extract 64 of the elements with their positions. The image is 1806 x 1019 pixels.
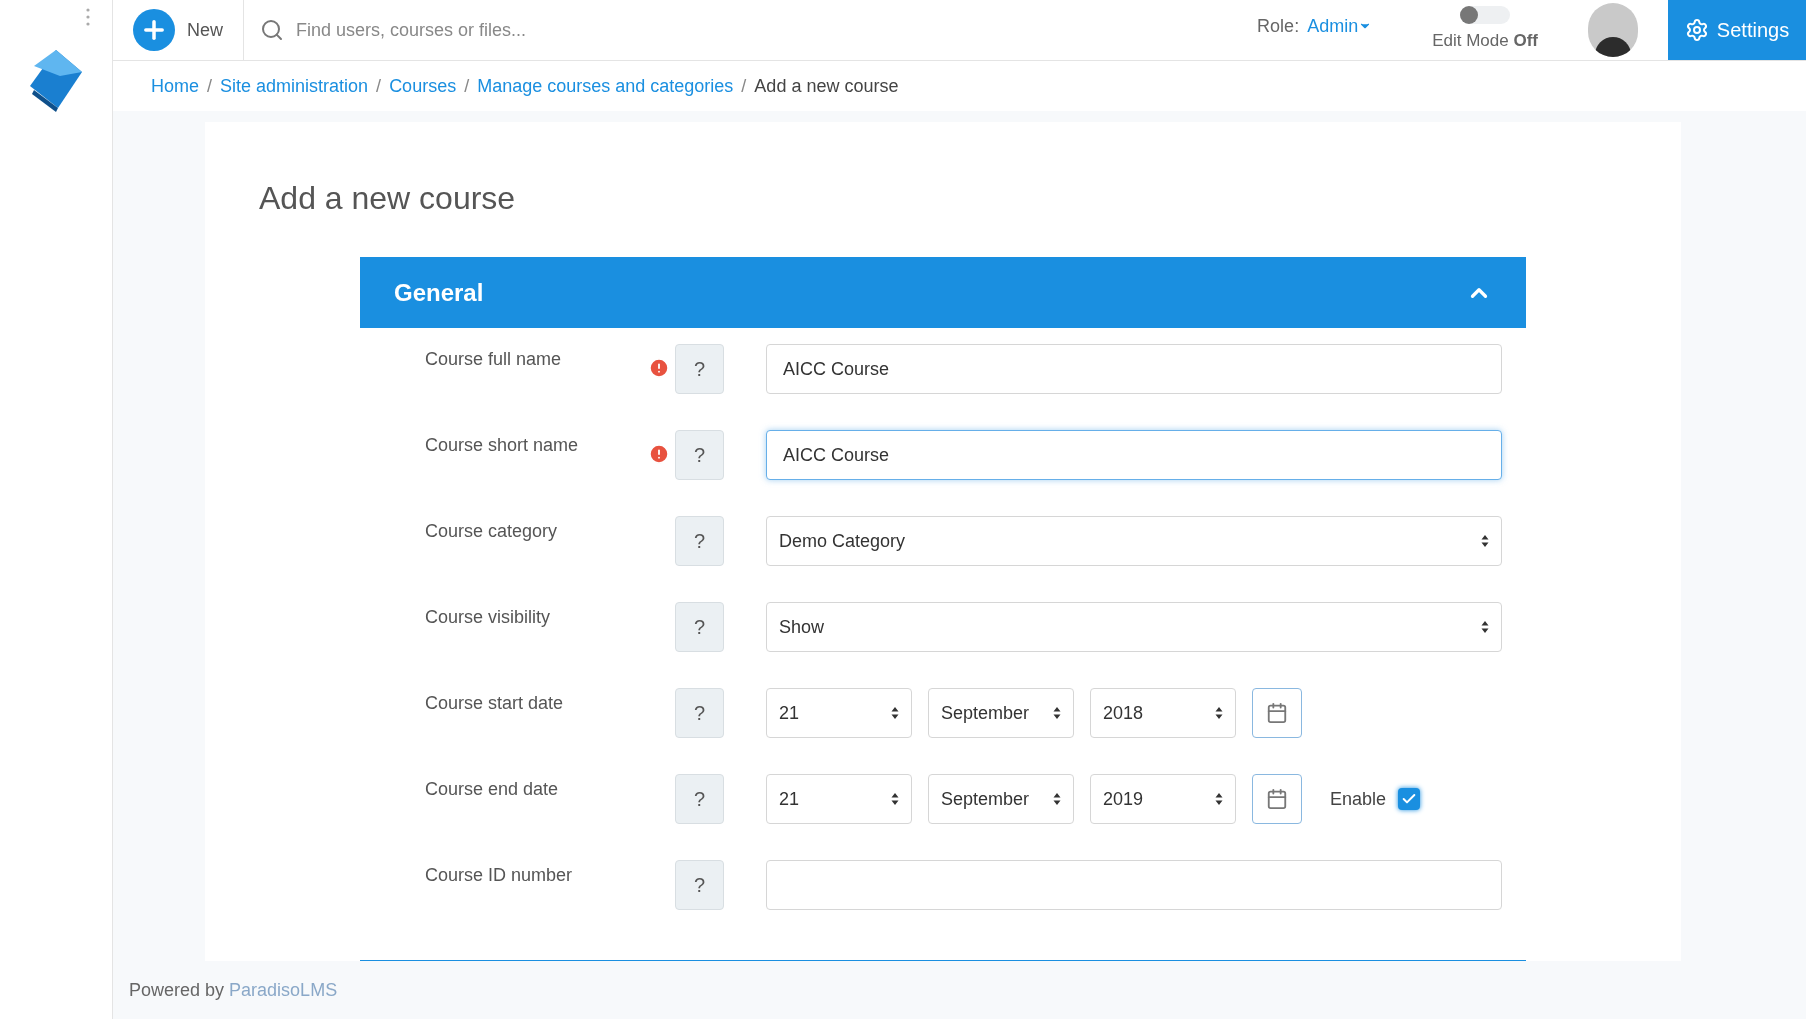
error-icon <box>648 443 670 466</box>
text-field[interactable]: AICC Course <box>766 430 1502 481</box>
avatar[interactable] <box>1588 3 1638 58</box>
help-button[interactable]: ? <box>675 688 724 739</box>
help-button[interactable]: ? <box>675 430 724 481</box>
help-button[interactable]: ? <box>675 516 724 567</box>
field-label: Course end date <box>424 778 560 802</box>
breadcrumb-current: Add a new course <box>754 74 899 98</box>
search-icon <box>260 18 284 43</box>
calendar-icon <box>1266 788 1288 811</box>
field-label: Course full name <box>424 348 563 372</box>
breadcrumb-link[interactable]: Site administration <box>220 72 369 100</box>
breadcrumb-separator: / <box>207 74 213 98</box>
updown-arrows-icon <box>891 792 899 807</box>
enable-checkbox[interactable] <box>1398 788 1421 811</box>
role-dropdown[interactable]: Admin <box>1307 12 1373 40</box>
month-select[interactable]: September <box>928 688 1074 739</box>
updown-arrows-icon <box>891 706 899 721</box>
field-label: Course visibility <box>424 606 552 630</box>
settings-icon <box>1684 18 1709 43</box>
kebab-menu-icon[interactable] <box>86 8 90 26</box>
calendar-icon <box>1266 702 1288 725</box>
field-label: Course category <box>424 520 559 544</box>
breadcrumb-link[interactable]: Manage courses and categories <box>477 72 734 100</box>
breadcrumb-link[interactable]: Home <box>151 72 199 100</box>
breadcrumb-separator: / <box>376 74 382 98</box>
updown-arrows-icon <box>1215 706 1223 721</box>
field-label: Course start date <box>424 692 565 716</box>
day-select[interactable]: 21 <box>766 688 912 739</box>
role-label: Role: <box>1257 14 1300 38</box>
updown-arrows-icon <box>1481 534 1489 549</box>
breadcrumb-separator: / <box>741 74 747 98</box>
calendar-button[interactable] <box>1252 688 1302 739</box>
help-button[interactable]: ? <box>675 860 724 911</box>
year-select[interactable]: 2019 <box>1090 774 1236 825</box>
month-select[interactable]: September <box>928 774 1074 825</box>
year-select[interactable]: 2018 <box>1090 688 1236 739</box>
help-button[interactable]: ? <box>675 344 724 395</box>
field-label: Course short name <box>424 434 580 458</box>
updown-arrows-icon <box>1215 792 1223 807</box>
page-title: Add a new course <box>259 179 517 219</box>
edit-mode-label: Edit Mode Off <box>1432 30 1538 53</box>
help-button[interactable]: ? <box>675 774 724 825</box>
enable-label: Enable <box>1330 787 1387 811</box>
calendar-button[interactable] <box>1252 774 1302 825</box>
text-field[interactable]: AICC Course <box>766 344 1502 395</box>
updown-arrows-icon <box>1053 706 1061 721</box>
edit-mode-toggle[interactable] <box>1460 6 1511 25</box>
search-field[interactable]: Find users, courses or files... <box>296 16 844 44</box>
select-field[interactable]: Demo Category <box>766 516 1502 567</box>
help-button[interactable]: ? <box>675 602 724 653</box>
updown-arrows-icon <box>1053 792 1061 807</box>
footer-text: Powered by ParadisoLMS <box>129 978 338 1002</box>
text-field[interactable] <box>766 860 1502 911</box>
breadcrumb-separator: / <box>464 74 470 98</box>
error-icon <box>648 357 670 380</box>
breadcrumb-link[interactable]: Courses <box>389 72 457 100</box>
select-field[interactable]: Show <box>766 602 1502 653</box>
field-label: Course ID number <box>424 864 574 888</box>
section-header[interactable]: General <box>360 257 1526 329</box>
day-select[interactable]: 21 <box>766 774 912 825</box>
new-button[interactable]: New <box>113 0 244 61</box>
updown-arrows-icon <box>1481 620 1489 635</box>
settings-button[interactable]: Settings <box>1668 0 1806 61</box>
